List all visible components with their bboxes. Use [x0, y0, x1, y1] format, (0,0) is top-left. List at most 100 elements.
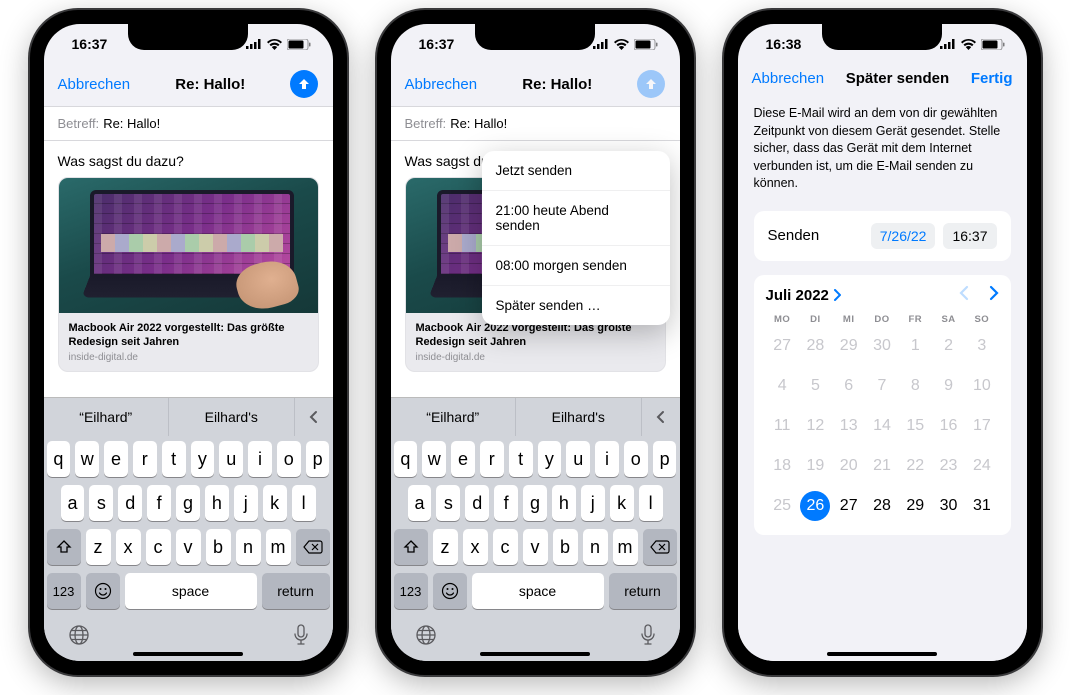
dictation-key[interactable]	[293, 624, 309, 651]
key-u[interactable]: u	[219, 441, 243, 477]
key-g[interactable]: g	[523, 485, 547, 521]
key-w[interactable]: w	[422, 441, 446, 477]
key-j[interactable]: j	[234, 485, 258, 521]
key-v[interactable]: v	[176, 529, 201, 565]
key-b[interactable]: b	[553, 529, 578, 565]
emoji-key[interactable]	[433, 573, 467, 609]
key-u[interactable]: u	[566, 441, 590, 477]
key-v[interactable]: v	[523, 529, 548, 565]
key-h[interactable]: h	[552, 485, 576, 521]
cancel-button[interactable]: Abbrechen	[752, 70, 825, 87]
popover-send-now[interactable]: Jetzt senden	[482, 151, 670, 191]
key-s[interactable]: s	[436, 485, 460, 521]
key-s[interactable]: s	[89, 485, 113, 521]
key-z[interactable]: z	[433, 529, 458, 565]
key-e[interactable]: e	[104, 441, 128, 477]
backspace-key[interactable]	[643, 529, 677, 565]
key-f[interactable]: f	[494, 485, 518, 521]
key-i[interactable]: i	[595, 441, 619, 477]
calendar-day[interactable]: 29	[899, 491, 932, 521]
suggestion-collapse[interactable]	[295, 398, 333, 436]
home-indicator[interactable]	[133, 652, 243, 656]
suggestion-collapse[interactable]	[642, 398, 680, 436]
key-p[interactable]: p	[653, 441, 677, 477]
key-k[interactable]: k	[263, 485, 287, 521]
key-n[interactable]: n	[583, 529, 608, 565]
key-r[interactable]: r	[480, 441, 504, 477]
mail-body[interactable]: Was sagst du dazu? Macbook Air 2022 vorg…	[44, 141, 333, 382]
numbers-key[interactable]: 123	[47, 573, 81, 609]
key-a[interactable]: a	[61, 485, 85, 521]
suggestion-2[interactable]: Eilhard's	[516, 398, 642, 436]
key-l[interactable]: l	[639, 485, 663, 521]
key-d[interactable]: d	[465, 485, 489, 521]
key-b[interactable]: b	[206, 529, 231, 565]
calendar-prev[interactable]	[959, 285, 969, 306]
key-y[interactable]: y	[191, 441, 215, 477]
key-c[interactable]: c	[493, 529, 518, 565]
key-e[interactable]: e	[451, 441, 475, 477]
key-x[interactable]: x	[116, 529, 141, 565]
home-indicator[interactable]	[480, 652, 590, 656]
key-z[interactable]: z	[86, 529, 111, 565]
key-x[interactable]: x	[463, 529, 488, 565]
send-button[interactable]	[637, 70, 665, 98]
suggestion-2[interactable]: Eilhard's	[169, 398, 295, 436]
key-m[interactable]: m	[266, 529, 291, 565]
calendar-day[interactable]: 31	[965, 491, 998, 521]
popover-send-tomorrow[interactable]: 08:00 morgen senden	[482, 246, 670, 286]
cancel-button[interactable]: Abbrechen	[58, 76, 131, 93]
cancel-button[interactable]: Abbrechen	[405, 76, 478, 93]
key-t[interactable]: t	[162, 441, 186, 477]
key-j[interactable]: j	[581, 485, 605, 521]
shift-key[interactable]	[47, 529, 81, 565]
key-g[interactable]: g	[176, 485, 200, 521]
calendar-day[interactable]: 30	[932, 491, 965, 521]
suggestion-1[interactable]: “Eilhard”	[44, 398, 170, 436]
send-button[interactable]	[290, 70, 318, 98]
home-indicator[interactable]	[827, 652, 937, 656]
dictation-key[interactable]	[640, 624, 656, 651]
subject-row[interactable]: Betreff: Re: Hallo!	[44, 107, 333, 141]
key-q[interactable]: q	[47, 441, 71, 477]
key-t[interactable]: t	[509, 441, 533, 477]
backspace-key[interactable]	[296, 529, 330, 565]
globe-key[interactable]	[68, 624, 90, 651]
return-key[interactable]: return	[609, 573, 677, 609]
key-o[interactable]: o	[624, 441, 648, 477]
key-p[interactable]: p	[306, 441, 330, 477]
link-preview-card[interactable]: Macbook Air 2022 vorgestellt: Das größte…	[58, 177, 319, 372]
key-q[interactable]: q	[394, 441, 418, 477]
key-y[interactable]: y	[538, 441, 562, 477]
calendar-next[interactable]	[989, 285, 999, 306]
key-d[interactable]: d	[118, 485, 142, 521]
key-w[interactable]: w	[75, 441, 99, 477]
calendar-day[interactable]: 28	[865, 491, 898, 521]
key-i[interactable]: i	[248, 441, 272, 477]
key-f[interactable]: f	[147, 485, 171, 521]
key-c[interactable]: c	[146, 529, 171, 565]
shift-key[interactable]	[394, 529, 428, 565]
key-m[interactable]: m	[613, 529, 638, 565]
suggestion-1[interactable]: “Eilhard”	[391, 398, 517, 436]
key-h[interactable]: h	[205, 485, 229, 521]
space-key[interactable]: space	[125, 573, 257, 609]
date-chip[interactable]: 7/26/22	[871, 223, 936, 249]
numbers-key[interactable]: 123	[394, 573, 428, 609]
globe-key[interactable]	[415, 624, 437, 651]
popover-send-later[interactable]: Später senden …	[482, 286, 670, 325]
return-key[interactable]: return	[262, 573, 330, 609]
done-button[interactable]: Fertig	[971, 70, 1013, 87]
calendar-day[interactable]: 27	[832, 491, 865, 521]
calendar-month-picker[interactable]: Juli 2022	[766, 287, 841, 304]
key-l[interactable]: l	[292, 485, 316, 521]
emoji-key[interactable]	[86, 573, 120, 609]
key-a[interactable]: a	[408, 485, 432, 521]
key-r[interactable]: r	[133, 441, 157, 477]
popover-send-tonight[interactable]: 21:00 heute Abend senden	[482, 191, 670, 246]
key-n[interactable]: n	[236, 529, 261, 565]
key-o[interactable]: o	[277, 441, 301, 477]
time-chip[interactable]: 16:37	[943, 223, 996, 249]
calendar-day[interactable]: 26	[799, 491, 832, 521]
key-k[interactable]: k	[610, 485, 634, 521]
